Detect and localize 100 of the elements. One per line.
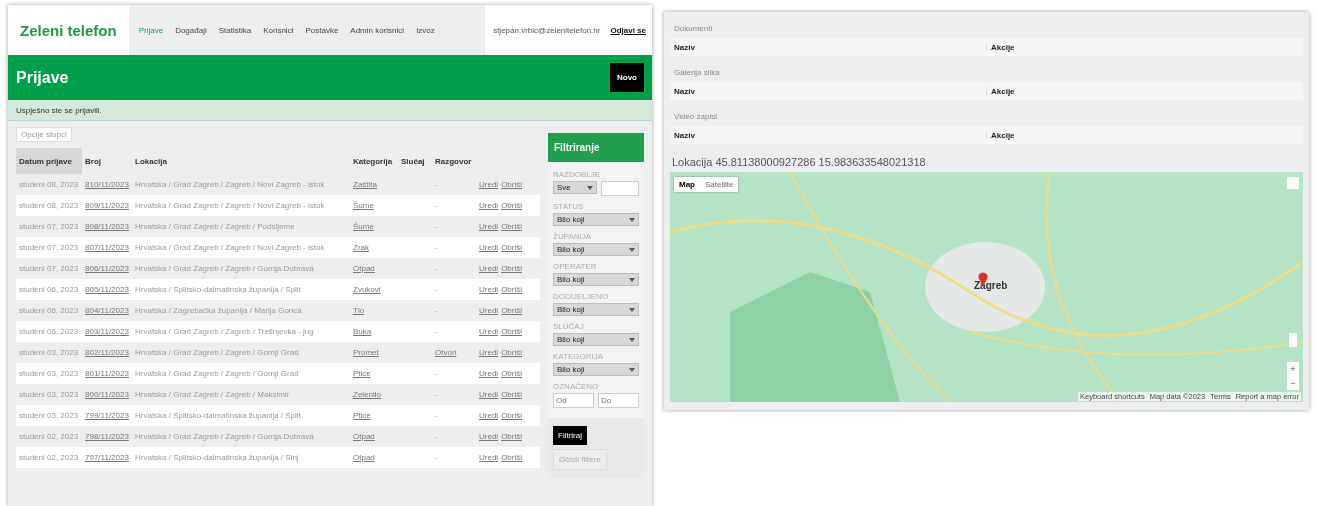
filter-title: Filtriranje [548, 133, 644, 162]
date-cell: studeni 07, 2023 [16, 237, 82, 258]
action-link[interactable]: Obriši [501, 264, 522, 273]
user-email: stjepan.vrbic@zelenitelefon.hr [493, 25, 601, 35]
column-header: Naziv [673, 86, 696, 96]
nav-link[interactable]: Prijave [138, 25, 164, 35]
category-link[interactable]: Ptice [353, 411, 371, 420]
nav-link[interactable]: Korisnici [263, 25, 294, 35]
action-link[interactable]: Uredi [479, 285, 499, 294]
filter-select[interactable]: Bilo koji [553, 363, 639, 376]
filter-button[interactable]: Filtriraj [553, 426, 587, 445]
category-link[interactable]: Otpad [353, 453, 375, 462]
column-header[interactable]: Datum prijave [16, 148, 82, 174]
location-cell: Hrvatska / Splitsko-dalmatinska županija / Split [132, 279, 350, 300]
new-button[interactable]: Novo [610, 63, 644, 92]
talk-cell: - [435, 285, 438, 294]
logout-link[interactable]: Odjavi se [610, 25, 646, 35]
caret-icon [629, 277, 635, 282]
action-link[interactable]: Uredi [479, 243, 499, 252]
nav-link[interactable]: Statistika [218, 25, 252, 35]
location-cell: Hrvatska / Grad Zagreb / Zagreb / Novi Zagreb - istok [132, 195, 350, 216]
action-link[interactable]: Obriši [501, 369, 522, 378]
action-link[interactable]: Uredi [479, 327, 499, 336]
action-link[interactable]: Uredi [479, 453, 499, 462]
nav-link[interactable]: Postavke [305, 25, 339, 35]
column-header: Naziv [673, 130, 696, 140]
action-link[interactable]: Obriši [501, 243, 522, 252]
action-link[interactable]: Obriši [501, 453, 522, 462]
talk-cell: - [435, 264, 438, 273]
action-link[interactable]: Uredi [479, 369, 499, 378]
action-link[interactable]: Uredi [479, 390, 499, 399]
action-link[interactable]: Obriši [501, 327, 522, 336]
range-select[interactable]: Sve [553, 181, 597, 194]
column-header: Akcije [986, 130, 1303, 140]
action-link[interactable]: Obriši [501, 411, 522, 420]
talk-cell: - [435, 369, 438, 378]
filter-select[interactable]: Bilo koji [553, 273, 639, 286]
action-link[interactable]: Obriši [501, 348, 522, 357]
talk-cell: - [435, 201, 438, 210]
filter-label: DODIJELJENO [553, 292, 610, 301]
category-link[interactable]: Šume [353, 222, 374, 231]
talk-cell: - [435, 327, 438, 336]
action-link[interactable]: Uredi [479, 348, 499, 357]
filter-select[interactable]: Bilo koji [553, 303, 639, 316]
action-link[interactable]: Obriši [501, 180, 522, 189]
talk-link[interactable]: Otvori [435, 348, 457, 357]
category-link[interactable]: Zelenilo [353, 390, 381, 399]
location-heading: Lokacija 45.81138000927286 15.983633548021318 [672, 156, 927, 168]
category-link[interactable]: Otpad [353, 264, 375, 273]
category-link[interactable]: Otpad [353, 432, 375, 441]
filter-select[interactable]: Bilo koji [553, 213, 639, 226]
filter-label: KATEGORIJA [553, 352, 605, 361]
nav-link[interactable]: Izvoz [416, 25, 435, 35]
category-link[interactable]: Buka [353, 327, 372, 336]
report-number-link[interactable]: 798/11/2023 [85, 432, 129, 441]
action-link[interactable]: Obriši [501, 432, 522, 441]
location-cell: Hrvatska / Grad Zagreb / Zagreb / Trešnjevka - jug [132, 321, 350, 342]
filter-select[interactable]: Bilo koji [553, 243, 639, 256]
section-label: Video zapisi [674, 112, 718, 121]
location-cell: Hrvatska / Grad Zagreb / Zagreb / Gornji Grad [132, 363, 350, 384]
category-link[interactable]: Tlo [353, 306, 365, 315]
action-link[interactable]: Uredi [479, 306, 499, 315]
map-type-tab[interactable]: Satellite [700, 177, 739, 192]
date-cell: studeni 06, 2023 [16, 279, 82, 300]
date-cell: studeni 06, 2023 [16, 321, 82, 342]
category-link[interactable]: Ptice [353, 369, 371, 378]
caret-icon [587, 185, 593, 190]
app-logo[interactable]: Zeleni telefon [8, 5, 129, 55]
action-link[interactable]: Obriši [501, 285, 522, 294]
action-link[interactable]: Obriši [501, 201, 522, 210]
columns-button[interactable]: Opcije stupci [16, 127, 72, 142]
range-input[interactable] [601, 181, 639, 196]
date-cell: studeni 03, 2023 [16, 363, 82, 384]
nav-link[interactable]: Admin korisnici [350, 25, 405, 35]
date-cell: studeni 06, 2023 [16, 300, 82, 321]
action-link[interactable]: Uredi [479, 201, 499, 210]
map-type-tab[interactable]: Map [674, 177, 700, 192]
talk-cell: - [435, 453, 438, 462]
action-link[interactable]: Uredi [479, 180, 499, 189]
filter-select[interactable]: Bilo koji [553, 333, 639, 346]
category-link[interactable]: Promet [353, 348, 379, 357]
category-link[interactable]: Zaštita [353, 180, 377, 189]
action-link[interactable]: Obriši [501, 222, 522, 231]
action-link[interactable]: Obriši [501, 390, 522, 399]
filter-input[interactable]: Do [598, 393, 639, 408]
report-number-link[interactable]: 810/11/2023 [85, 180, 129, 189]
location-cell: Hrvatska / Zagrebačka županija / Marija Gorica [132, 300, 350, 321]
filter-input[interactable]: Od [553, 393, 594, 408]
action-link[interactable]: Uredi [479, 411, 499, 420]
action-link[interactable]: Obriši [501, 306, 522, 315]
talk-cell: - [435, 222, 438, 231]
nav-link[interactable]: Događaji [175, 25, 207, 35]
action-link[interactable]: Uredi [479, 432, 499, 441]
section-label: Galerija slika [674, 68, 721, 77]
action-link[interactable]: Uredi [479, 264, 499, 273]
location-cell: Hrvatska / Splitsko-dalmatinska županija / Split [132, 405, 350, 426]
category-link[interactable]: Zrak [353, 243, 369, 252]
column-header: Akcije [986, 42, 1303, 52]
action-link[interactable]: Uredi [479, 222, 499, 231]
category-link[interactable]: Šume [353, 201, 374, 210]
